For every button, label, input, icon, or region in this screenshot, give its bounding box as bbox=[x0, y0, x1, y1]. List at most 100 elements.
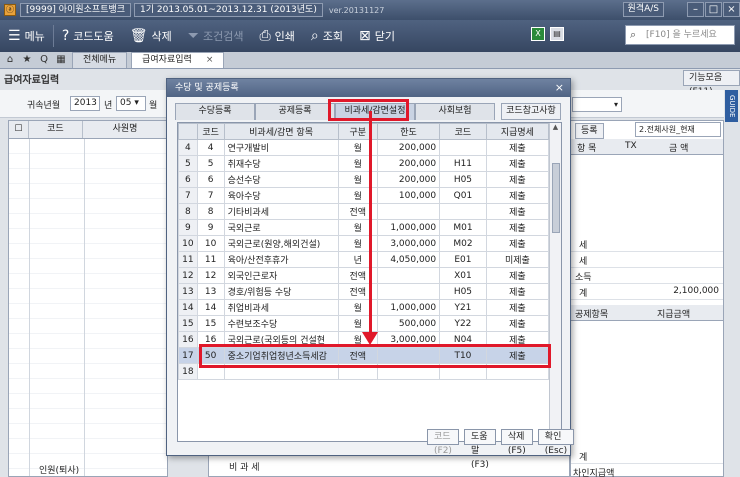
condition-search-button[interactable]: ⏷ 조건검색 bbox=[180, 20, 252, 52]
cell-num[interactable]: 9 bbox=[178, 219, 198, 236]
cell-code[interactable]: 12 bbox=[196, 267, 225, 284]
right-dropdown[interactable]: ▾ bbox=[572, 97, 622, 112]
cell-spec[interactable]: 제출 bbox=[485, 203, 550, 220]
cell-limit[interactable]: 1,000,000 bbox=[376, 299, 441, 316]
tab-all-menu[interactable]: 전체메뉴 bbox=[72, 52, 128, 68]
cell-limit[interactable]: 3,000,000 bbox=[376, 235, 441, 252]
grid-icon[interactable]: ▦ bbox=[54, 54, 68, 68]
cell-name[interactable]: 연구개발비 bbox=[223, 139, 339, 156]
cell-limit[interactable]: 100,000 bbox=[376, 187, 441, 204]
cell-name[interactable]: 육아/산전후휴가 bbox=[223, 251, 339, 268]
cell-spec[interactable]: 제출 bbox=[485, 299, 550, 316]
tab-social-insurance[interactable]: 사회보험 bbox=[415, 103, 495, 120]
table-row[interactable]: 8 8 기타비과세 전액 제출 bbox=[178, 203, 550, 220]
table-row[interactable]: 11 11 육아/산전후휴가 년 4,050,000 E01 미제출 bbox=[178, 251, 550, 268]
guide-tab[interactable]: GUIDE bbox=[725, 90, 738, 122]
close-icon[interactable]: × bbox=[723, 2, 740, 17]
star-icon[interactable]: ★ bbox=[20, 54, 34, 68]
cell-spec[interactable]: 제출 bbox=[485, 315, 550, 332]
year-input[interactable]: 2013 bbox=[70, 96, 100, 111]
home-icon[interactable]: ⌂ bbox=[3, 54, 17, 68]
cell-code[interactable]: 15 bbox=[196, 315, 225, 332]
cell-spec[interactable]: 제출 bbox=[485, 171, 550, 188]
search-input[interactable]: ⌕ [F10] 을 누르세요 bbox=[625, 25, 735, 45]
cell-num[interactable]: 13 bbox=[178, 283, 198, 300]
tab-deduction[interactable]: 공제등록 bbox=[255, 103, 335, 120]
table-row[interactable]: 10 10 국외근로(원양,해외건설) 월 3,000,000 M02 제출 bbox=[178, 235, 550, 252]
cell-num[interactable]: 12 bbox=[178, 267, 198, 284]
period-field[interactable]: 1기 2013.05.01~2013.12.31 (2013년도) bbox=[134, 3, 323, 17]
cell-code[interactable]: 4 bbox=[196, 139, 225, 156]
cell-num[interactable]: 6 bbox=[178, 171, 198, 188]
cell-num[interactable]: 16 bbox=[178, 331, 198, 348]
cell-code[interactable]: 10 bbox=[196, 235, 225, 252]
tab-close-icon[interactable]: × bbox=[206, 53, 214, 68]
cell-tcode[interactable]: Y22 bbox=[439, 315, 487, 332]
cell-tcode[interactable]: E01 bbox=[439, 251, 487, 268]
cell-code[interactable]: 8 bbox=[196, 203, 225, 220]
print-button[interactable]: ⎙ 인쇄 bbox=[251, 20, 302, 52]
cell-name[interactable]: 국외근로(원양,해외건설) bbox=[223, 235, 339, 252]
cell-name[interactable]: 국외근로 bbox=[223, 219, 339, 236]
cell-num[interactable]: 8 bbox=[178, 203, 198, 220]
table-row[interactable]: 9 9 국외근로 월 1,000,000 M01 제출 bbox=[178, 219, 550, 236]
cell-limit[interactable]: 200,000 bbox=[376, 171, 441, 188]
cell-tcode[interactable] bbox=[439, 139, 487, 156]
table-row[interactable]: 4 4 연구개발비 월 200,000 제출 bbox=[178, 139, 550, 156]
cell-name[interactable]: 수련보조수당 bbox=[223, 315, 339, 332]
delete-button[interactable]: 🗑 삭제 bbox=[122, 20, 180, 52]
cell-spec[interactable]: 제출 bbox=[485, 139, 550, 156]
cell-code[interactable]: 11 bbox=[196, 251, 225, 268]
cell-name[interactable]: 외국인근로자 bbox=[223, 267, 339, 284]
cell-name[interactable]: 취업비과세 bbox=[223, 299, 339, 316]
cell-tcode[interactable]: H11 bbox=[439, 155, 487, 172]
minimize-icon[interactable]: – bbox=[687, 2, 704, 17]
cell-num[interactable]: 14 bbox=[178, 299, 198, 316]
cell-tcode[interactable]: Y21 bbox=[439, 299, 487, 316]
cell-limit[interactable] bbox=[376, 283, 441, 300]
delete-button[interactable]: 삭제(F5) bbox=[500, 429, 533, 456]
month-select[interactable]: 05 ▾ bbox=[116, 96, 146, 111]
remote-as-button[interactable]: 원격A/S bbox=[622, 2, 664, 17]
confirm-button[interactable]: 확인(Esc) bbox=[537, 429, 575, 456]
code-help-button[interactable]: ? 코드도움 bbox=[54, 20, 122, 52]
cell-num[interactable]: 10 bbox=[178, 235, 198, 252]
document-icon[interactable]: ▤ bbox=[550, 27, 564, 41]
help-button[interactable]: 도움말(F3) bbox=[463, 429, 496, 470]
code-reference-button[interactable]: 코드참고사항 bbox=[501, 103, 561, 120]
cell-limit[interactable] bbox=[376, 267, 441, 284]
table-row[interactable]: 5 5 취재수당 월 200,000 H11 제출 bbox=[178, 155, 550, 172]
cell-num[interactable]: 5 bbox=[178, 155, 198, 172]
cell-num[interactable]: 17 bbox=[178, 347, 198, 364]
table-row[interactable]: 14 14 취업비과세 월 1,000,000 Y21 제출 bbox=[178, 299, 550, 316]
cell-num[interactable]: 11 bbox=[178, 251, 198, 268]
code-button[interactable]: 코드(F2) bbox=[427, 429, 459, 456]
cell-limit[interactable] bbox=[376, 203, 441, 220]
tab-allowance[interactable]: 수당등록 bbox=[175, 103, 255, 120]
cell-num[interactable]: 4 bbox=[178, 139, 198, 156]
cell-code[interactable]: 13 bbox=[196, 283, 225, 300]
table-row[interactable]: 15 15 수련보조수당 월 500,000 Y22 제출 bbox=[178, 315, 550, 332]
cell-spec[interactable]: 제출 bbox=[485, 267, 550, 284]
cell-tcode[interactable]: M02 bbox=[439, 235, 487, 252]
cell-spec[interactable]: 제출 bbox=[485, 283, 550, 300]
select-all-checkbox[interactable]: ☐ bbox=[9, 121, 29, 138]
cell-spec[interactable]: 제출 bbox=[485, 219, 550, 236]
cell-code[interactable]: 6 bbox=[196, 171, 225, 188]
cell-tcode[interactable]: X01 bbox=[439, 267, 487, 284]
cell-name[interactable]: 경호/위험등 수당 bbox=[223, 283, 339, 300]
cell-tcode[interactable]: H05 bbox=[439, 171, 487, 188]
scroll-up-icon[interactable]: ▲ bbox=[550, 123, 561, 135]
table-row[interactable]: 12 12 외국인근로자 전액 X01 제출 bbox=[178, 267, 550, 284]
cell-spec[interactable]: 제출 bbox=[485, 235, 550, 252]
excel-icon[interactable]: X bbox=[531, 27, 545, 41]
cell-tcode[interactable]: M01 bbox=[439, 219, 487, 236]
register-button[interactable]: 등록 bbox=[575, 123, 604, 139]
cell-spec[interactable]: 제출 bbox=[485, 155, 550, 172]
cell-num[interactable]: 7 bbox=[178, 187, 198, 204]
cell-tcode[interactable]: Q01 bbox=[439, 187, 487, 204]
maximize-icon[interactable]: □ bbox=[705, 2, 722, 17]
cell-limit[interactable]: 1,000,000 bbox=[376, 219, 441, 236]
search-icon[interactable]: Q bbox=[37, 54, 51, 68]
employee-filter-select[interactable]: 2.전체사원_현재 bbox=[635, 122, 721, 137]
